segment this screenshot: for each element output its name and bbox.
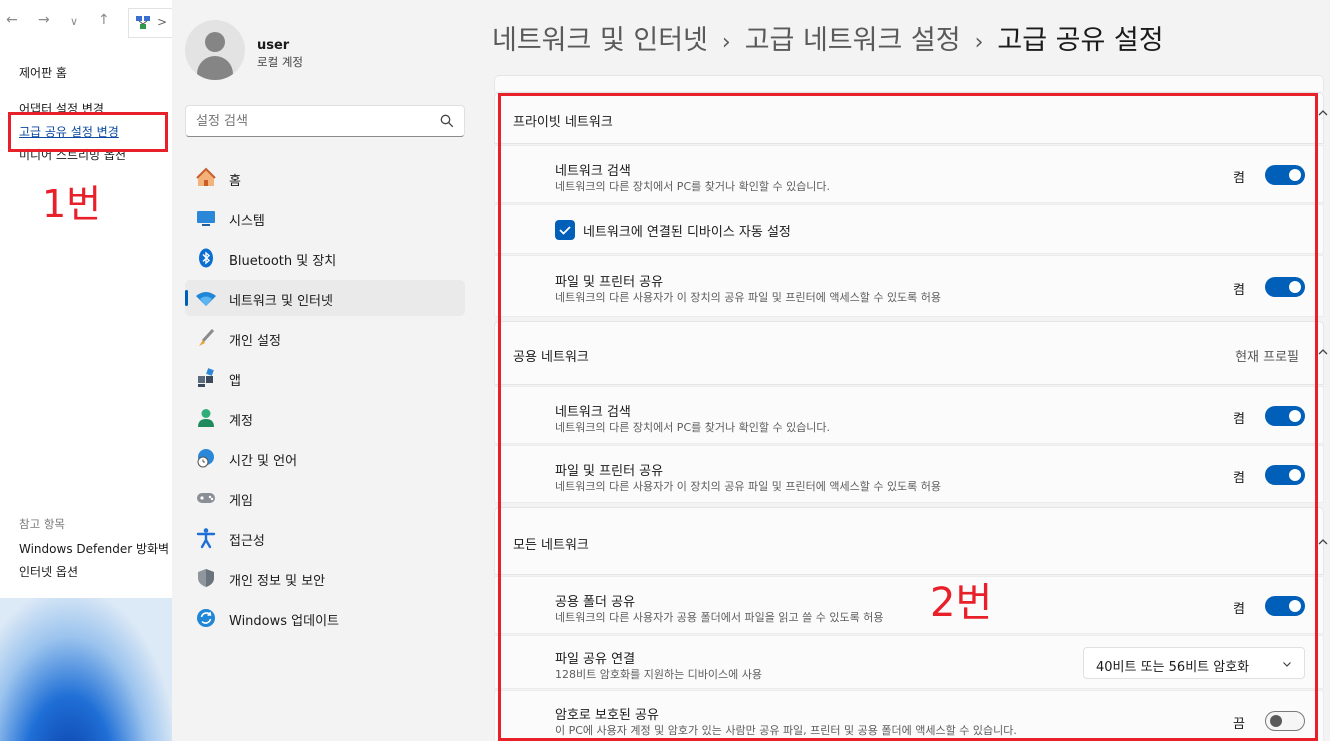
chevron-up-icon[interactable] (1317, 536, 1329, 548)
search-icon[interactable] (440, 114, 454, 128)
account-icon (198, 409, 214, 427)
chevron-up-icon[interactable] (1317, 346, 1329, 358)
address-bar[interactable]: > (128, 8, 172, 38)
selection-indicator (185, 290, 188, 306)
nav-item-label: 네트워크 및 인터넷 (229, 294, 333, 309)
update-icon (197, 609, 215, 627)
control-panel-window: ← → ∨ ↑ > 제어판 홈 어댑터 설정 변경 고급 공유 설정 변경 미디… (0, 0, 172, 741)
nav-item-time-language[interactable]: 시간 및 언어 (185, 440, 465, 476)
control-panel-home-link[interactable]: 제어판 홈 (19, 64, 67, 81)
up-button[interactable]: ↑ (98, 12, 110, 34)
nav-item-system[interactable]: 시스템 (185, 200, 465, 236)
forward-button[interactable]: → (38, 12, 50, 34)
nav-item-gaming[interactable]: 게임 (185, 480, 465, 516)
shield-icon (198, 569, 214, 587)
annotation-box-1 (8, 112, 168, 152)
nav-item-label: 개인 설정 (229, 334, 281, 349)
nav-item-label: 앱 (229, 374, 241, 389)
nav-item-label: 게임 (229, 494, 253, 509)
profile-name: user (257, 38, 290, 53)
nav-item-bluetooth[interactable]: Bluetooth 및 장치 (185, 240, 465, 276)
breadcrumb: 네트워크 및 인터넷 › 고급 네트워크 설정 › 고급 공유 설정 (492, 18, 1164, 57)
search-input[interactable] (186, 106, 426, 136)
avatar[interactable] (185, 20, 245, 80)
globe-clock-icon (197, 449, 214, 468)
see-also-heading: 참고 항목 (19, 517, 65, 531)
bluetooth-icon (199, 248, 213, 268)
nav-item-label: 개인 정보 및 보안 (229, 574, 326, 589)
gamepad-icon (197, 493, 215, 503)
nav-item-personalization[interactable]: 개인 설정 (185, 320, 465, 356)
breadcrumb-advanced-network[interactable]: 고급 네트워크 설정 (745, 25, 961, 56)
back-button[interactable]: ← (6, 12, 18, 34)
nav-item-label: 홈 (229, 174, 241, 189)
settings-search[interactable] (185, 105, 465, 137)
control-panel-body: ← → ∨ ↑ > 제어판 홈 어댑터 설정 변경 고급 공유 설정 변경 미디… (0, 0, 172, 598)
nav-item-home[interactable]: 홈 (185, 160, 465, 196)
annotation-box-2 (498, 93, 1318, 741)
home-icon (196, 167, 216, 186)
system-icon (197, 211, 215, 226)
recent-locations-button[interactable]: ∨ (70, 15, 78, 37)
nav-item-label: Windows 업데이트 (229, 614, 340, 629)
nav-item-windows-update[interactable]: Windows 업데이트 (185, 600, 465, 636)
nav-item-apps[interactable]: 앱 (185, 360, 465, 396)
breadcrumb-separator: › (974, 30, 984, 55)
address-chevron[interactable]: > (157, 15, 167, 29)
nav-item-label: Bluetooth 및 장치 (229, 254, 337, 269)
nav-item-label: 시간 및 언어 (229, 454, 298, 469)
apps-icon (198, 368, 214, 387)
chevron-up-icon[interactable] (1317, 107, 1329, 119)
nav-item-network[interactable]: 네트워크 및 인터넷 (185, 280, 465, 316)
internet-options-link[interactable]: 인터넷 옵션 (19, 563, 78, 580)
accessibility-icon (196, 528, 216, 549)
wifi-icon (196, 292, 216, 306)
annotation-label-2: 2번 (930, 580, 993, 626)
nav-item-label: 계정 (229, 414, 253, 429)
annotation-label-1: 1번 (42, 182, 102, 226)
profile-account-type: 로컬 계정 (257, 55, 303, 69)
breadcrumb-network-internet[interactable]: 네트워크 및 인터넷 (492, 25, 708, 56)
desktop-wallpaper (0, 598, 172, 741)
nav-item-privacy-security[interactable]: 개인 정보 및 보안 (185, 560, 465, 596)
page-title: 고급 공유 설정 (997, 25, 1164, 56)
nav-item-label: 접근성 (229, 534, 265, 549)
network-control-panel-icon (136, 16, 150, 29)
defender-firewall-link[interactable]: Windows Defender 방화벽 (19, 540, 169, 557)
top-card-edge (494, 75, 1324, 91)
nav-item-accessibility[interactable]: 접근성 (185, 520, 465, 556)
nav-item-label: 시스템 (229, 214, 265, 229)
brush-icon (199, 328, 215, 346)
breadcrumb-separator: › (721, 30, 731, 55)
nav-item-accounts[interactable]: 계정 (185, 400, 465, 436)
